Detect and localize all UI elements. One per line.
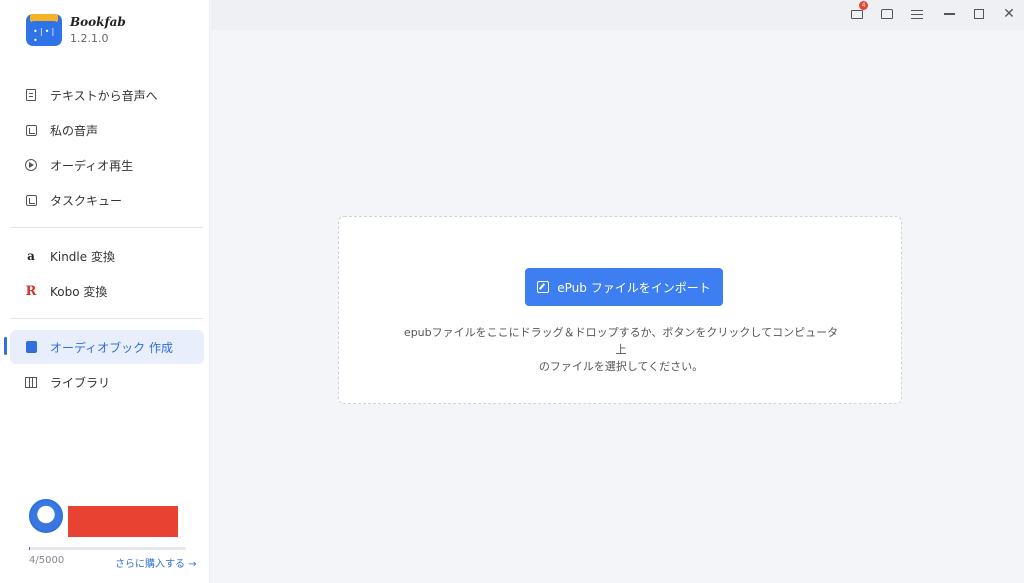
sidebar-item-label: ライブラリ bbox=[50, 375, 111, 390]
edit-icon bbox=[537, 281, 550, 293]
usage-progress-fill bbox=[29, 547, 30, 550]
kobo-icon: R bbox=[25, 283, 37, 299]
sidebar-item-label: Kindle 変換 bbox=[50, 249, 115, 264]
import-button-label: ePub ファイルをインポート bbox=[557, 280, 711, 295]
maximize-icon bbox=[974, 9, 984, 19]
nav-group-audiobook: オーディオブック 作成 ライブラリ bbox=[10, 330, 204, 400]
menu-icon bbox=[911, 9, 923, 19]
sidebar-divider bbox=[10, 318, 203, 319]
sidebar-item-label: オーディオ再生 bbox=[50, 158, 134, 173]
usage-count: 4/5000 bbox=[29, 555, 65, 566]
voice-library-icon bbox=[24, 123, 38, 137]
title-bar: 4 ✕ bbox=[211, 0, 1024, 30]
sidebar-item-kindle-convert[interactable]: a Kindle 変換 bbox=[10, 239, 204, 273]
menu-button[interactable] bbox=[906, 3, 928, 25]
redacted-username bbox=[68, 506, 178, 537]
minimize-icon bbox=[943, 13, 955, 15]
drop-hint: epubファイルをここにドラッグ＆ドロップするか、ボタンをクリックしてコンピュー… bbox=[399, 324, 843, 375]
usage-progress-bar bbox=[29, 547, 186, 550]
sidebar-item-label: オーディオブック 作成 bbox=[50, 340, 173, 355]
sidebar-item-audiobook-create[interactable]: オーディオブック 作成 bbox=[10, 330, 204, 364]
epub-drop-zone[interactable]: ePub ファイルをインポート epubファイルをここにドラッグ＆ドロップするか… bbox=[338, 216, 902, 404]
theme-button[interactable] bbox=[876, 3, 898, 25]
shirt-icon bbox=[881, 9, 893, 19]
app-name: Bookfab bbox=[70, 15, 126, 29]
sidebar-item-label: タスクキュー bbox=[50, 193, 123, 208]
notification-badge: 4 bbox=[859, 1, 868, 10]
sidebar-item-audio-playback[interactable]: オーディオ再生 bbox=[10, 148, 204, 182]
amazon-icon: a bbox=[27, 249, 35, 263]
drop-hint-line2: のファイルを選択してください。 bbox=[538, 360, 704, 373]
main-content: 4 ✕ ePub ファイルをインポート epubファイルをここにドラッグ＆ドロッ… bbox=[211, 0, 1024, 583]
nav-group-convert: a Kindle 変換 R Kobo 変換 bbox=[10, 239, 204, 309]
notification-button[interactable]: 4 bbox=[846, 1, 868, 25]
task-queue-icon bbox=[24, 193, 38, 207]
app-window: •|•|• Bookfab 1.2.1.0 テキストから音声へ 私の音声 オーデ… bbox=[0, 0, 1024, 583]
close-button[interactable]: ✕ bbox=[998, 3, 1020, 25]
sidebar-item-library[interactable]: ライブラリ bbox=[10, 365, 204, 399]
play-circle-icon bbox=[24, 158, 38, 172]
sidebar: •|•|• Bookfab 1.2.1.0 テキストから音声へ 私の音声 オーデ… bbox=[0, 0, 210, 583]
import-epub-button[interactable]: ePub ファイルをインポート bbox=[525, 268, 723, 306]
avatar[interactable] bbox=[29, 499, 63, 533]
buy-more-link[interactable]: さらに購入する → bbox=[115, 555, 197, 570]
brand: •|•|• Bookfab 1.2.1.0 bbox=[26, 14, 126, 46]
sidebar-item-text-to-speech[interactable]: テキストから音声へ bbox=[10, 78, 204, 112]
app-version: 1.2.1.0 bbox=[70, 32, 109, 45]
book-icon bbox=[24, 340, 38, 354]
sidebar-item-kobo-convert[interactable]: R Kobo 変換 bbox=[10, 274, 204, 308]
sidebar-divider bbox=[10, 227, 203, 228]
nav-group-main: テキストから音声へ 私の音声 オーディオ再生 タスクキュー bbox=[10, 78, 204, 218]
drop-hint-line1: epubファイルをここにドラッグ＆ドロップするか、ボタンをクリックしてコンピュー… bbox=[403, 326, 839, 356]
library-icon bbox=[24, 375, 38, 389]
active-indicator bbox=[4, 337, 7, 355]
maximize-button[interactable] bbox=[968, 3, 990, 25]
minimize-button[interactable] bbox=[938, 3, 960, 25]
sidebar-item-label: Kobo 変換 bbox=[50, 284, 108, 299]
document-icon bbox=[24, 88, 38, 102]
sidebar-item-task-queue[interactable]: タスクキュー bbox=[10, 183, 204, 217]
close-icon: ✕ bbox=[1003, 6, 1015, 22]
sidebar-item-label: テキストから音声へ bbox=[50, 88, 158, 103]
sidebar-item-my-voices[interactable]: 私の音声 bbox=[10, 113, 204, 147]
mail-icon bbox=[851, 9, 863, 19]
sidebar-item-label: 私の音声 bbox=[50, 123, 99, 138]
bookfab-logo-icon: •|•|• bbox=[26, 14, 62, 46]
